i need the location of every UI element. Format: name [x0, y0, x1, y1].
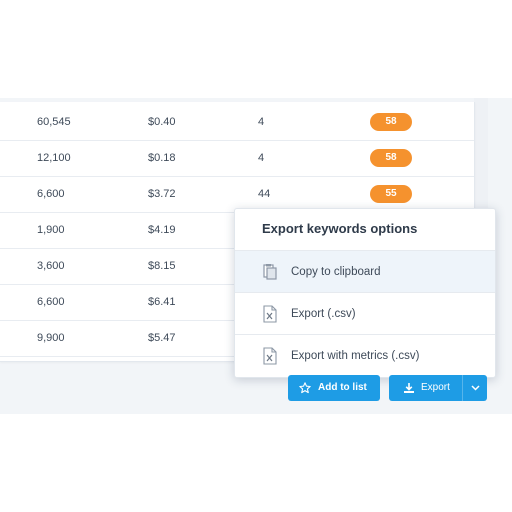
export-button[interactable]: Export [389, 375, 487, 401]
competition-value: 4 [258, 116, 265, 128]
clipboard-icon [261, 263, 279, 281]
star-icon [299, 382, 311, 394]
competition-value: 44 [258, 188, 271, 200]
export-options-menu: Export keywords options Copy to clipboar… [234, 208, 496, 378]
difficulty-badge: 55 [370, 185, 412, 203]
search-volume: 6,600 [37, 188, 65, 200]
cpc-value: $0.40 [148, 116, 176, 128]
table-row[interactable]: 12,100 $0.18 4 58 [0, 140, 474, 177]
button-label: Add to list [318, 382, 367, 393]
add-to-list-button[interactable]: Add to list [288, 375, 380, 401]
menu-item-label: Export (.csv) [291, 308, 356, 320]
cpc-value: $0.18 [148, 152, 176, 164]
difficulty-badge: 58 [370, 113, 412, 131]
search-volume: 9,900 [37, 332, 65, 344]
export-dropdown-toggle[interactable] [462, 375, 487, 401]
menu-item-label: Export with metrics (.csv) [291, 350, 420, 362]
search-volume: 6,600 [37, 296, 65, 308]
competition-value: 4 [258, 152, 265, 164]
difficulty-badge: 58 [370, 149, 412, 167]
table-row[interactable]: 60,545 $0.40 4 58 [0, 104, 474, 141]
search-volume: 12,100 [37, 152, 71, 164]
search-volume: 3,600 [37, 260, 65, 272]
search-volume: 60,545 [37, 116, 71, 128]
cpc-value: $5.47 [148, 332, 176, 344]
menu-item-label: Copy to clipboard [291, 266, 381, 278]
copy-to-clipboard-item[interactable]: Copy to clipboard [235, 250, 495, 292]
chevron-down-icon [471, 385, 480, 391]
export-with-metrics-item[interactable]: Export with metrics (.csv) [235, 334, 495, 376]
search-volume: 1,900 [37, 224, 65, 236]
button-label: Export [421, 382, 450, 393]
export-csv-item[interactable]: Export (.csv) [235, 292, 495, 334]
csv-file-icon [261, 305, 279, 323]
cpc-value: $3.72 [148, 188, 176, 200]
cpc-value: $6.41 [148, 296, 176, 308]
download-icon [403, 382, 415, 394]
cpc-value: $4.19 [148, 224, 176, 236]
cpc-value: $8.15 [148, 260, 176, 272]
csv-file-icon [261, 347, 279, 365]
menu-title: Export keywords options [262, 221, 418, 236]
